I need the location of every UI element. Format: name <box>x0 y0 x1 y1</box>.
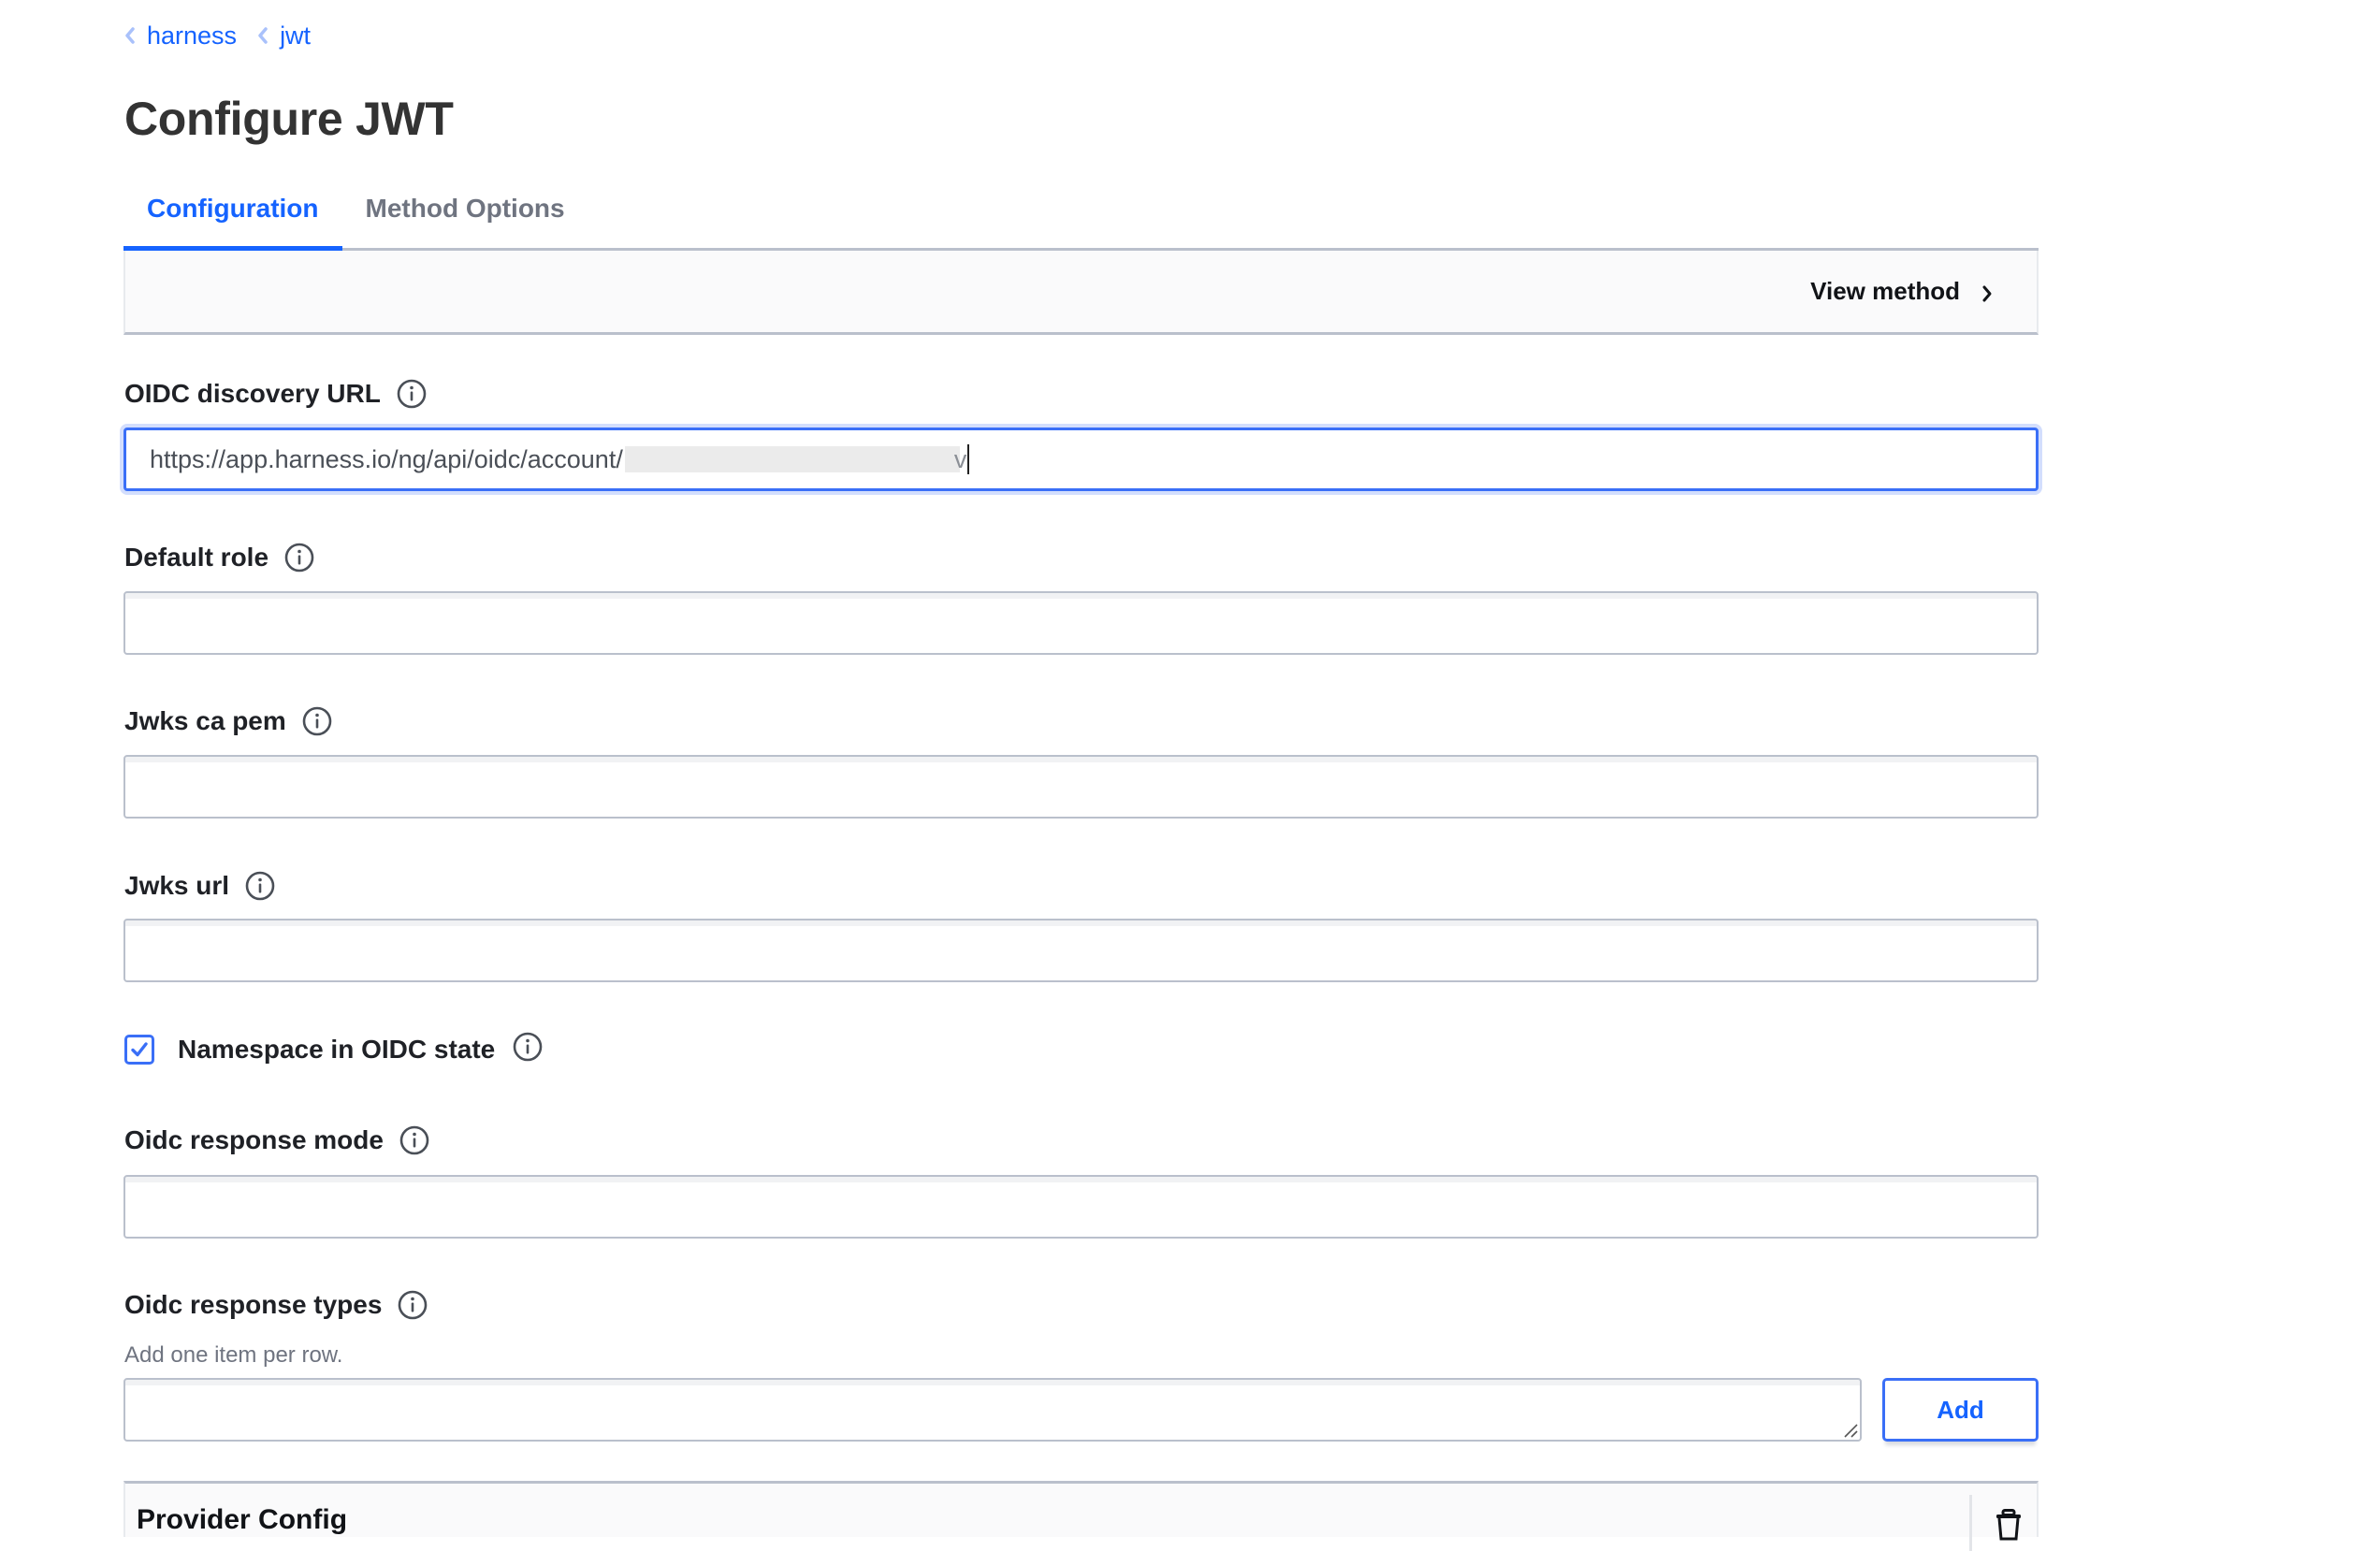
field-label-text: Jwks url <box>124 871 230 900</box>
breadcrumb-label: harness <box>147 21 238 50</box>
info-icon[interactable] <box>399 1124 430 1156</box>
checkmark-icon <box>131 1042 148 1057</box>
view-method-button[interactable]: View method <box>1810 251 1994 332</box>
info-icon[interactable] <box>283 542 315 573</box>
field-label-text: Oidc response types <box>124 1290 383 1319</box>
oidc-response-types-help: Add one item per row. <box>124 1342 343 1368</box>
info-icon[interactable] <box>396 378 428 410</box>
info-icon[interactable] <box>397 1289 428 1321</box>
view-method-label: View method <box>1810 277 1960 305</box>
page-title: Configure JWT <box>124 93 454 145</box>
oidc-response-types-textarea[interactable] <box>123 1378 1862 1442</box>
method-panel: View method <box>123 251 2039 335</box>
info-icon[interactable] <box>244 870 276 902</box>
oidc-response-mode-label: Oidc response mode <box>124 1122 430 1159</box>
tab-configuration[interactable]: Configuration <box>123 168 342 251</box>
default-role-input[interactable] <box>123 591 2039 655</box>
provider-config-panel: Provider Config <box>123 1481 2039 1551</box>
field-label-text: Jwks ca pem <box>124 706 286 735</box>
text-caret <box>967 444 970 474</box>
provider-config-title: Provider Config <box>137 1504 348 1535</box>
namespace-in-oidc-state-checkbox[interactable] <box>124 1035 154 1065</box>
oidc-response-types-label: Oidc response types <box>124 1286 428 1324</box>
namespace-in-oidc-state-row: Namespace in OIDC state <box>124 1029 544 1070</box>
breadcrumb-link-harness[interactable]: harness <box>124 22 237 51</box>
info-icon[interactable] <box>512 1031 544 1063</box>
field-label-text: Oidc response mode <box>124 1125 384 1154</box>
url-value: https://app.harness.io/ng/api/oidc/accou… <box>150 444 623 473</box>
chevron-right-icon <box>1981 282 1994 302</box>
add-button[interactable]: Add <box>1882 1378 2039 1442</box>
field-label-text: OIDC discovery URL <box>124 379 381 408</box>
jwks-ca-pem-label: Jwks ca pem <box>124 703 333 740</box>
jwks-ca-pem-input[interactable] <box>123 755 2039 819</box>
info-icon[interactable] <box>301 705 333 737</box>
trash-icon[interactable] <box>1995 1509 2023 1541</box>
default-role-label: Default role <box>124 539 315 576</box>
breadcrumb-link-jwt[interactable]: jwt <box>257 22 311 51</box>
jwks-url-label: Jwks url <box>124 867 276 905</box>
checkbox-label[interactable]: Namespace in OIDC state <box>178 1035 495 1065</box>
breadcrumb: harness jwt <box>124 17 331 54</box>
tab-method-options[interactable]: Method Options <box>342 168 588 248</box>
breadcrumb-label: jwt <box>280 21 312 50</box>
oidc-discovery-url-label: OIDC discovery URL <box>124 375 428 413</box>
chevron-left-icon <box>257 25 268 46</box>
oidc-discovery-url-input[interactable]: https://app.harness.io/ng/api/oidc/accou… <box>123 428 2039 491</box>
field-label-text: Default role <box>124 543 269 572</box>
url-value-tail: v <box>953 444 967 473</box>
redacted-value <box>624 446 960 472</box>
tab-bar: Configuration Method Options <box>123 168 2039 251</box>
divider <box>1969 1495 1972 1551</box>
oidc-response-mode-input[interactable] <box>123 1175 2039 1239</box>
jwks-url-input[interactable] <box>123 919 2039 982</box>
chevron-left-icon <box>124 25 136 46</box>
